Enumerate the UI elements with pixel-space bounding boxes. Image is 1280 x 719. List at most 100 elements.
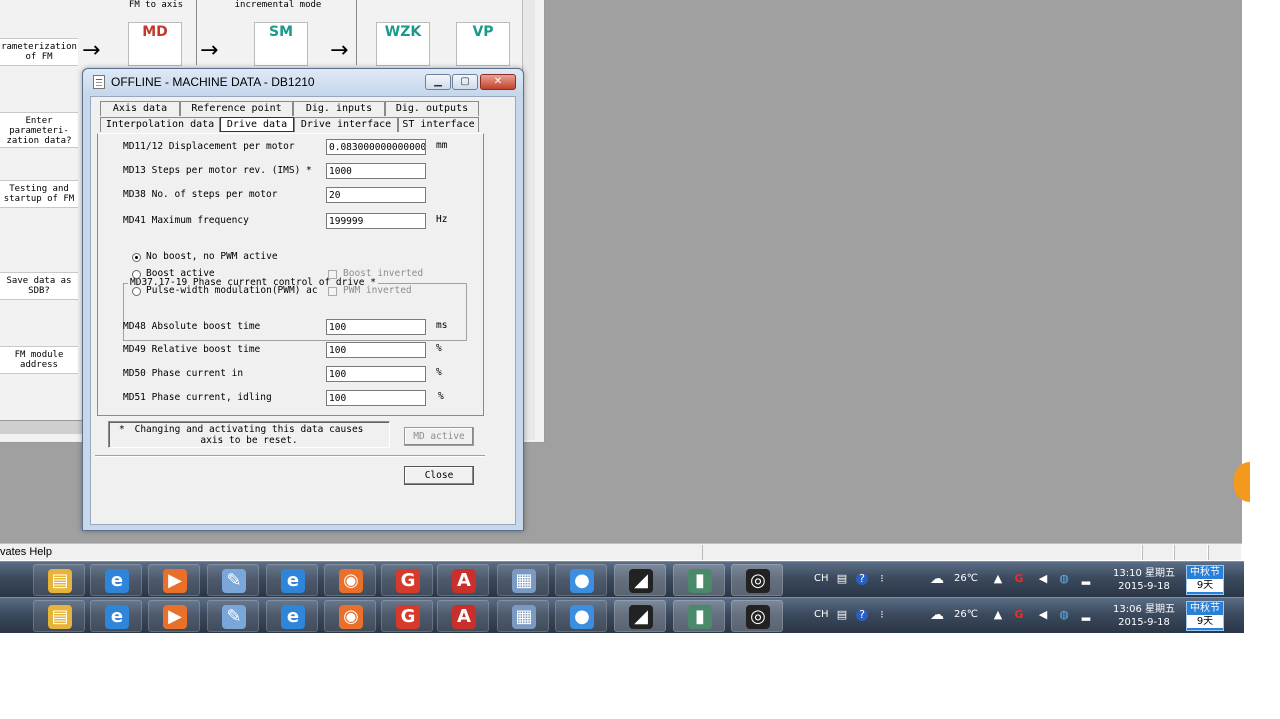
boost-inverted-checkbox[interactable] xyxy=(328,270,337,279)
festival-countdown-badge[interactable]: 中秋节 9天 xyxy=(1186,565,1224,595)
taskbar-app-button[interactable]: A xyxy=(437,564,489,596)
help-icon[interactable]: ? xyxy=(856,573,868,585)
taskbar-app-button[interactable]: ◎ xyxy=(731,600,783,632)
md38-input[interactable]: 20 xyxy=(326,187,426,203)
radio-no-boost[interactable] xyxy=(132,253,141,262)
taskbar-app-button[interactable]: e xyxy=(266,564,318,596)
status-bar: vates Help xyxy=(0,543,1242,560)
taskbar-app-button[interactable]: ▦ xyxy=(497,600,549,632)
radio-pwm-label[interactable]: Pulse-width modulation(PWM) ac xyxy=(146,285,318,296)
md51-input[interactable]: 100 xyxy=(326,390,426,406)
clock-time: 13:06 星期五 xyxy=(1113,604,1175,615)
tray-menu-icon[interactable]: ⁝ xyxy=(876,609,888,621)
help-icon[interactable]: ? xyxy=(856,609,868,621)
md41-input[interactable]: 199999 xyxy=(326,213,426,229)
language-indicator[interactable]: CH xyxy=(814,573,829,584)
clock[interactable]: 13:10 星期五 2015-9-18 xyxy=(1110,567,1178,593)
md50-unit: % xyxy=(436,367,442,378)
radio-boost-active[interactable] xyxy=(132,270,141,279)
machine-data-dialog: OFFLINE - MACHINE DATA - DB1210 ▁ ▢ ✕ Ax… xyxy=(82,68,524,531)
md49-input[interactable]: 100 xyxy=(326,342,426,358)
taskbar-app-button[interactable]: ◎ xyxy=(731,564,783,596)
show-hidden-icons-icon[interactable]: ▲ xyxy=(992,573,1004,585)
taskbar-app-button[interactable]: ✎ xyxy=(207,600,259,632)
md48-input[interactable]: 100 xyxy=(326,319,426,335)
taskbar-app-button[interactable]: G xyxy=(381,600,433,632)
tab-drive-interface[interactable]: Drive interface xyxy=(294,117,398,132)
minimize-button[interactable]: ▁ xyxy=(425,74,451,90)
dialog-titlebar[interactable]: OFFLINE - MACHINE DATA - DB1210 ▁ ▢ ✕ xyxy=(83,69,523,95)
network-globe-icon[interactable]: ◍ xyxy=(1058,609,1070,621)
horizontal-scrollbar[interactable] xyxy=(0,420,83,434)
md13-input[interactable]: 1000 xyxy=(326,163,426,179)
md11-input[interactable]: 0.083000000000000 xyxy=(326,139,426,155)
taskbar-app-button[interactable]: G xyxy=(381,564,433,596)
show-hidden-icons-icon[interactable]: ▲ xyxy=(992,609,1004,621)
keyboard-icon[interactable]: ▤ xyxy=(836,609,848,621)
module-wzk-icon[interactable]: WZK xyxy=(376,22,430,66)
radio-pwm[interactable] xyxy=(132,287,141,296)
taskbar-app-button[interactable]: ▮ xyxy=(673,564,725,596)
close-button[interactable]: Close xyxy=(404,466,474,485)
taskbar-app-button[interactable]: ▤ xyxy=(33,564,85,596)
step-parameterization[interactable]: rameterization of FM xyxy=(0,38,78,66)
signal-icon[interactable]: ▂ xyxy=(1080,609,1092,621)
taskbar-app-button[interactable]: e xyxy=(266,600,318,632)
module-vp-icon[interactable]: VP xyxy=(456,22,510,66)
pwm-inverted-checkbox[interactable] xyxy=(328,287,337,296)
tab-dig-outputs[interactable]: Dig. outputs xyxy=(385,101,479,116)
radio-no-boost-label[interactable]: No boost, no PWM active xyxy=(146,251,278,262)
taskbar-app-button[interactable]: e xyxy=(90,600,142,632)
taskbar-app-button[interactable]: e xyxy=(90,564,142,596)
md-active-button[interactable]: MD active xyxy=(404,427,474,446)
taskbar-app-button[interactable]: ◢ xyxy=(614,564,666,596)
md38-label: MD38 No. of steps per motor xyxy=(123,189,278,200)
taskbar-app-button[interactable]: ● xyxy=(555,600,607,632)
search-app-icon: ◎ xyxy=(746,569,770,593)
keyboard-icon[interactable]: ▤ xyxy=(836,573,848,585)
close-window-button[interactable]: ✕ xyxy=(480,74,516,90)
md50-input[interactable]: 100 xyxy=(326,366,426,382)
volume-icon[interactable]: ◀ xyxy=(1037,609,1049,621)
taskbar-app-button[interactable]: A xyxy=(437,600,489,632)
step7-icon: ▮ xyxy=(688,569,712,593)
taskbar-app-button[interactable]: ▶ xyxy=(148,564,200,596)
step-enter-parameterization[interactable]: Enter parameteri- zation data? xyxy=(0,112,78,148)
tab-axis-data[interactable]: Axis data xyxy=(100,101,180,116)
module-md-icon[interactable]: MD xyxy=(128,22,182,66)
step-testing-startup[interactable]: Testing and startup of FM xyxy=(0,180,78,208)
language-indicator[interactable]: CH xyxy=(814,609,829,620)
module-sm-icon[interactable]: SM xyxy=(254,22,308,66)
weibo-tray-icon[interactable]: G xyxy=(1013,609,1025,621)
festival-countdown-badge[interactable]: 中秋节 9天 xyxy=(1186,601,1224,631)
radio-boost-active-label[interactable]: Boost active xyxy=(146,268,215,279)
volume-icon[interactable]: ◀ xyxy=(1037,573,1049,585)
taskbar-app-button[interactable]: ▮ xyxy=(673,600,725,632)
taskbar-app-button[interactable]: ▶ xyxy=(148,600,200,632)
taskbar-app-button[interactable]: ◢ xyxy=(614,600,666,632)
temperature: 26℃ xyxy=(954,573,978,584)
signal-icon[interactable]: ▂ xyxy=(1080,573,1092,585)
tray-menu-icon[interactable]: ⁝ xyxy=(876,573,888,585)
tab-st-interface[interactable]: ST interface xyxy=(398,117,479,132)
taskbar-app-button[interactable]: ◉ xyxy=(324,600,376,632)
tab-drive-data[interactable]: Drive data xyxy=(220,117,294,132)
tab-reference-point[interactable]: Reference point xyxy=(180,101,293,116)
step-save-sdb[interactable]: Save data as SDB? xyxy=(0,272,78,300)
reset-warning-note: * Changing and activating this data caus… xyxy=(108,421,390,448)
taskbar-app-button[interactable]: ▦ xyxy=(497,564,549,596)
taskbar-app-button[interactable]: ● xyxy=(555,564,607,596)
tab-interpolation-data[interactable]: Interpolation data xyxy=(100,117,220,132)
tab-dig-inputs[interactable]: Dig. inputs xyxy=(293,101,385,116)
media-player-icon: ▶ xyxy=(163,605,187,629)
maximize-button[interactable]: ▢ xyxy=(452,74,478,90)
taskbar-app-button[interactable]: ▤ xyxy=(33,600,85,632)
dialog-client-area: Axis data Reference point Dig. inputs Di… xyxy=(90,96,516,525)
taskbar-app-button[interactable]: ✎ xyxy=(207,564,259,596)
network-globe-icon[interactable]: ◍ xyxy=(1058,573,1070,585)
clock[interactable]: 13:06 星期五 2015-9-18 xyxy=(1110,603,1178,629)
weibo-tray-icon[interactable]: G xyxy=(1013,573,1025,585)
taskbar-app-button[interactable]: ◉ xyxy=(324,564,376,596)
weibo-icon: G xyxy=(396,569,420,593)
step-fm-module-address[interactable]: FM module address xyxy=(0,346,78,374)
